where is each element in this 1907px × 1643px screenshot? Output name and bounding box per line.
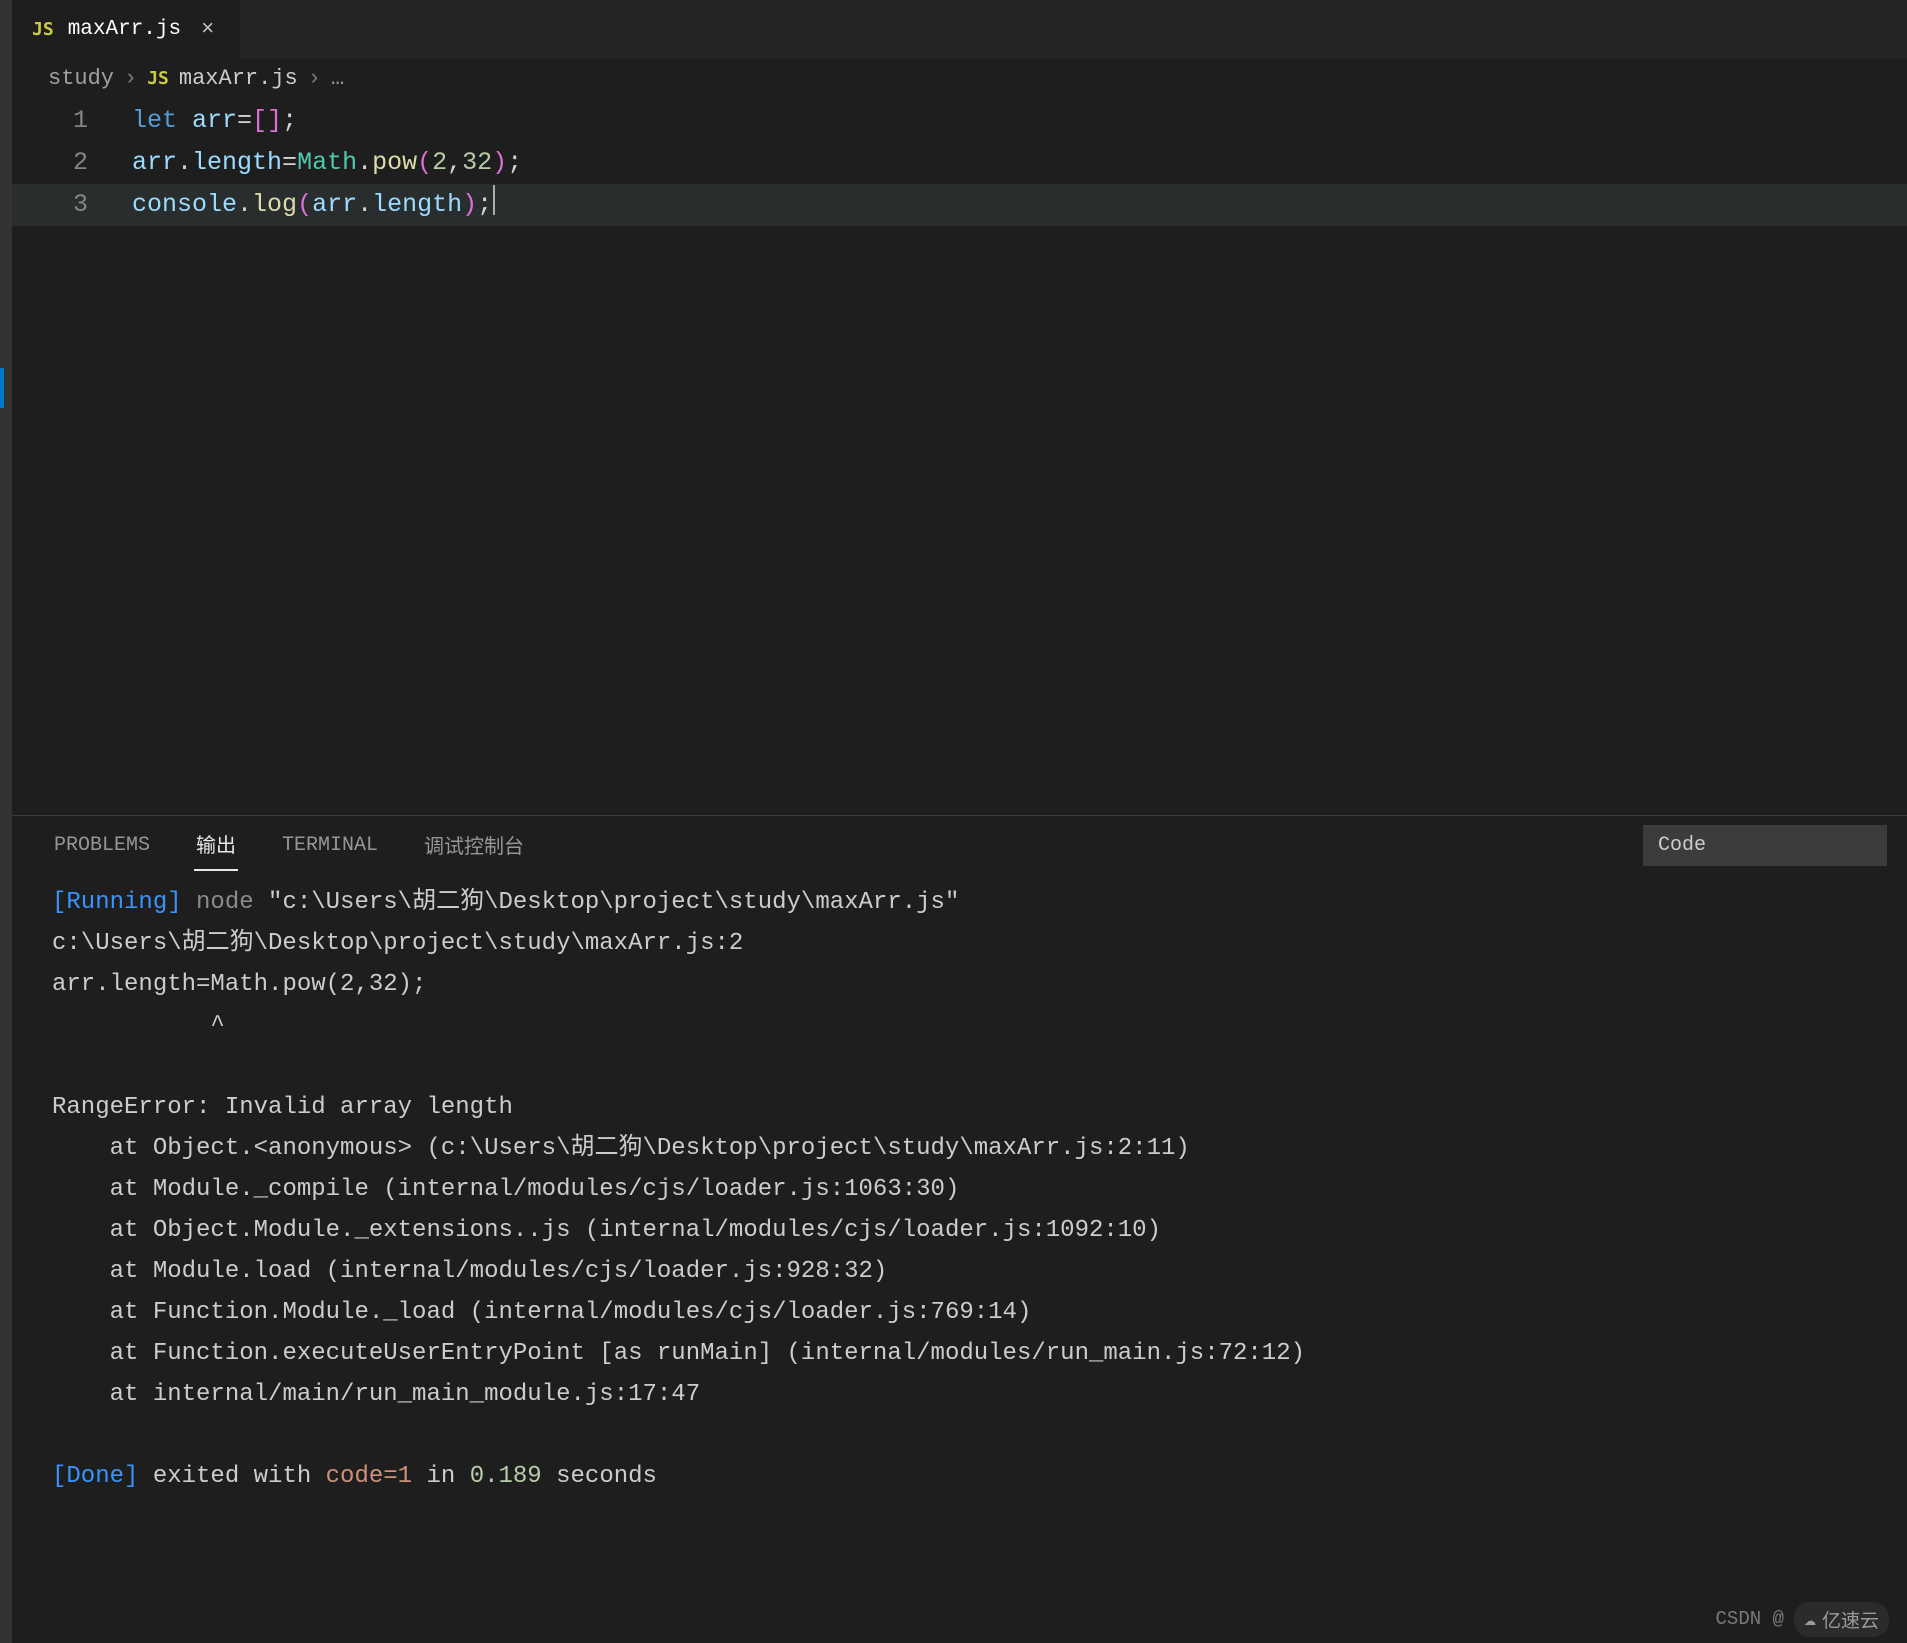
line-number: 3 xyxy=(12,184,132,226)
breadcrumb-trail[interactable]: … xyxy=(331,66,344,91)
activity-bar[interactable] xyxy=(0,0,12,1643)
bottom-panel: PROBLEMS 输出 TERMINAL 调试控制台 Code [Running… xyxy=(12,815,1907,1595)
chevron-right-icon: › xyxy=(124,66,137,91)
output-line xyxy=(52,1415,1867,1456)
output-line: c:\Users\胡二狗\Desktop\project\study\maxAr… xyxy=(52,923,1867,964)
watermark-csdn: CSDN @ xyxy=(1716,1608,1784,1630)
panel-tabs: PROBLEMS 输出 TERMINAL 调试控制台 Code xyxy=(12,816,1907,874)
breadcrumbs[interactable]: study › JS maxArr.js › … xyxy=(12,58,1907,98)
panel-tab-problems[interactable]: PROBLEMS xyxy=(52,824,152,867)
output-line: at Object.Module._extensions..js (intern… xyxy=(52,1210,1867,1251)
breadcrumb-folder[interactable]: study xyxy=(48,66,114,91)
output-line xyxy=(52,1046,1867,1087)
output-line: arr.length=Math.pow(2,32); xyxy=(52,964,1867,1005)
output-body[interactable]: [Running] node "c:\Users\胡二狗\Desktop\pro… xyxy=(12,874,1907,1595)
js-file-icon: JS xyxy=(32,19,54,40)
cloud-icon: ☁ xyxy=(1804,1606,1816,1632)
code-line[interactable]: 2arr.length=Math.pow(2,32); xyxy=(12,142,1907,184)
code-content[interactable]: console.log(arr.length); xyxy=(132,184,1907,226)
text-cursor xyxy=(493,185,495,215)
code-editor[interactable]: 1let arr=[];2arr.length=Math.pow(2,32);3… xyxy=(12,98,1907,815)
breadcrumb-file[interactable]: maxArr.js xyxy=(179,66,298,91)
tabs-bar: JS maxArr.js × xyxy=(12,0,1907,58)
output-line: [Running] node "c:\Users\胡二狗\Desktop\pro… xyxy=(52,882,1867,923)
main-column: JS maxArr.js × study › JS maxArr.js › … … xyxy=(12,0,1907,1643)
panel-tab-output[interactable]: 输出 xyxy=(194,819,238,871)
js-file-icon: JS xyxy=(147,68,169,89)
watermark-logo-text: 亿速云 xyxy=(1822,1606,1879,1633)
tab-filename: maxArr.js xyxy=(68,18,181,41)
tab-maxarr[interactable]: JS maxArr.js × xyxy=(12,0,240,58)
output-line: at Function.Module._load (internal/modul… xyxy=(52,1292,1867,1333)
panel-tab-terminal[interactable]: TERMINAL xyxy=(280,824,380,867)
output-line: at internal/main/run_main_module.js:17:4… xyxy=(52,1374,1867,1415)
watermark-logo: ☁ 亿速云 xyxy=(1794,1602,1889,1637)
code-line[interactable]: 3console.log(arr.length); xyxy=(12,184,1907,226)
code-content[interactable]: let arr=[]; xyxy=(132,100,1907,142)
output-line: at Object.<anonymous> (c:\Users\胡二狗\Desk… xyxy=(52,1128,1867,1169)
output-line: [Done] exited with code=1 in 0.189 secon… xyxy=(52,1456,1867,1497)
footer-watermark: CSDN @ ☁ 亿速云 xyxy=(12,1595,1907,1643)
output-line: at Module.load (internal/modules/cjs/loa… xyxy=(52,1251,1867,1292)
output-line: ^ xyxy=(52,1005,1867,1046)
output-line: RangeError: Invalid array length xyxy=(52,1087,1867,1128)
line-number: 1 xyxy=(12,100,132,142)
close-icon[interactable]: × xyxy=(201,17,214,42)
chevron-right-icon: › xyxy=(308,66,321,91)
output-line: at Module._compile (internal/modules/cjs… xyxy=(52,1169,1867,1210)
activity-indicator xyxy=(0,368,4,408)
panel-tab-debug-console[interactable]: 调试控制台 xyxy=(422,820,526,870)
output-channel-dropdown[interactable]: Code xyxy=(1643,825,1887,866)
code-content[interactable]: arr.length=Math.pow(2,32); xyxy=(132,142,1907,184)
code-line[interactable]: 1let arr=[]; xyxy=(12,100,1907,142)
output-line: at Function.executeUserEntryPoint [as ru… xyxy=(52,1333,1867,1374)
line-number: 2 xyxy=(12,142,132,184)
